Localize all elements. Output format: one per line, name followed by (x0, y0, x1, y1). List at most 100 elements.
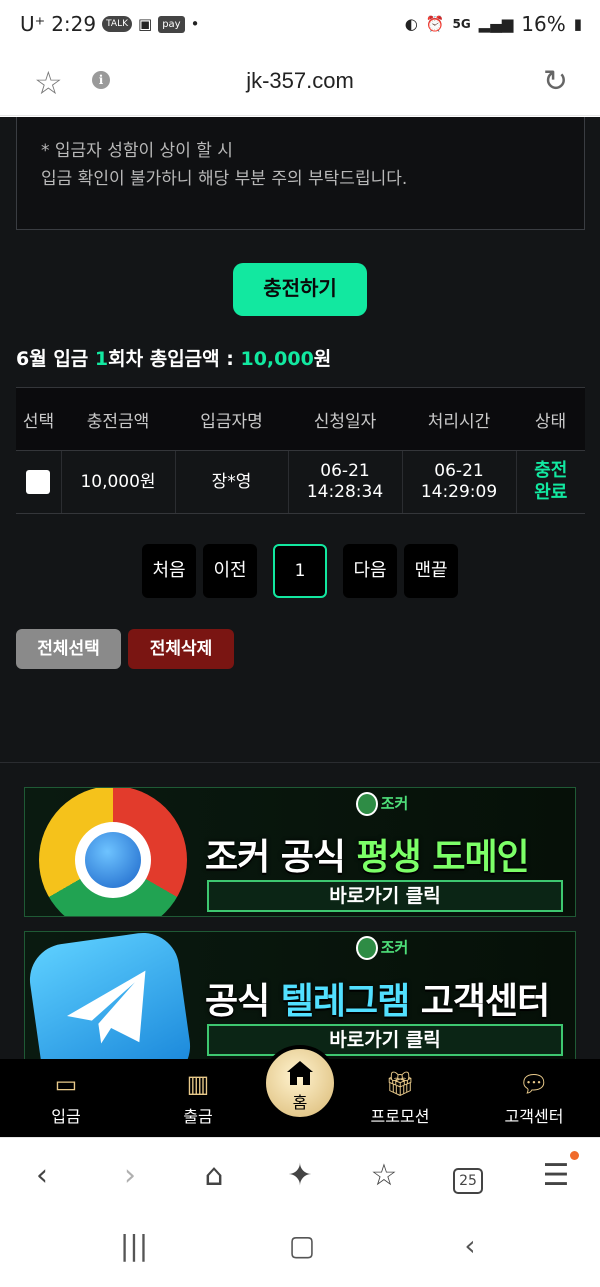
talk-chip: TALK (102, 16, 132, 32)
summary-month: 6월 입금 (16, 348, 89, 370)
recent-apps-icon[interactable]: ||| (114, 1229, 154, 1262)
system-back-icon[interactable]: ‹ (450, 1229, 490, 1262)
nav-promotion[interactable]: 🎁︎ 프로모션 (340, 1069, 460, 1127)
page-content: * 입금자 성함이 상이 할 시 입금 확인이 불가하니 해당 부분 주의 부탁… (0, 117, 600, 1059)
nav-withdraw-label: 출금 (183, 1107, 213, 1126)
cash-icon: ▥ (186, 1070, 210, 1098)
select-all-button[interactable]: 전체선택 (16, 629, 121, 669)
row-request-time: 14:28:34 (306, 482, 384, 502)
reload-icon[interactable]: ↻ (543, 64, 568, 99)
battery-icon: ▮ (573, 15, 582, 33)
gallery-icon: ▣ (138, 15, 153, 33)
page-first-button[interactable]: 처음 (142, 544, 196, 598)
deposit-history-table: 선택 충전금액 입금자명 신청일자 처리시간 상태 10,000원 장*영 06… (16, 387, 585, 514)
domain-banner-subtitle: 바로가기 클릭 (207, 880, 563, 912)
browser-toolbar: ‹ › ⌂ ✦ ☆ 25 ☰ (0, 1137, 600, 1211)
bookmarks-icon[interactable]: ☆ (364, 1156, 404, 1196)
sparkle-icon[interactable]: ✦ (280, 1156, 320, 1196)
nav-support[interactable]: 💬︎ 고객센터 (474, 1069, 594, 1127)
row-amount: 10,000원 (61, 450, 176, 514)
joker-face-icon (355, 936, 378, 960)
domain-banner-title: 조커 공식 평생 도메인 (205, 828, 530, 880)
home-icon (266, 1059, 334, 1089)
col-request-date: 신청일자 (288, 387, 402, 451)
telegram-banner[interactable]: 조커 공식 텔레그램 고객센터 바로가기 클릭 (24, 931, 576, 1059)
page-current-button[interactable]: 1 (273, 544, 327, 598)
telegram-banner-title-white: 공식 (205, 981, 281, 1022)
notice-line-2: 입금 확인이 불가하니 해당 부분 주의 부탁드립니다. (41, 169, 408, 189)
battery-level: 16% (521, 12, 566, 36)
url-field[interactable]: jk-357.com (0, 68, 600, 94)
battery-saver-icon: ◐ (404, 15, 418, 33)
page-last-button[interactable]: 맨끝 (404, 544, 458, 598)
notification-dot (570, 1151, 579, 1160)
row-status-line2: 완료 (534, 482, 568, 503)
gift-icon: 🎁︎ (384, 1070, 416, 1098)
deposit-notice: * 입금자 성함이 상이 할 시 입금 확인이 불가하니 해당 부분 주의 부탁… (16, 117, 585, 230)
row-process-time: 14:29:09 (420, 482, 498, 502)
col-depositor: 입금자명 (175, 387, 288, 451)
joker-face-icon (355, 792, 378, 816)
table-row: 10,000원 장*영 06-21 14:28:34 06-21 14:29:0… (16, 450, 585, 514)
row-status: 충전 완료 (516, 450, 585, 514)
col-status: 상태 (516, 387, 585, 451)
page-prev-button[interactable]: 이전 (203, 544, 257, 598)
deposit-summary: 6월 입금 1회차 총입금액 : 10,000원 (16, 344, 331, 371)
pay-chip: pay (158, 15, 185, 33)
carrier-label: U⁺ (20, 12, 46, 36)
joker-logo: 조커 (347, 936, 417, 960)
android-nav-bar: ||| ▢ ‹ (0, 1211, 600, 1287)
joker-brand-text: 조커 (380, 794, 409, 813)
nav-promotion-label: 프로모션 (370, 1107, 430, 1126)
row-process-date: 06-21 (434, 461, 484, 481)
row-process: 06-21 14:29:09 (402, 450, 517, 514)
row-request: 06-21 14:28:34 (288, 450, 403, 514)
section-divider (0, 762, 600, 763)
network-label: 5G (452, 17, 471, 31)
joker-logo: 조커 (347, 792, 417, 816)
summary-unit: 원 (313, 348, 332, 370)
nav-support-label: 고객센터 (504, 1107, 564, 1126)
nav-deposit[interactable]: ▭ 입금 (6, 1069, 126, 1127)
telegram-banner-title-highlight: 텔레그램 (280, 981, 410, 1022)
domain-banner-title-white: 조커 공식 (205, 837, 357, 878)
browser-home-icon[interactable]: ⌂ (194, 1156, 234, 1196)
telegram-banner-title-white2: 고객센터 (409, 981, 550, 1022)
home-circle-icon[interactable]: ▢ (282, 1229, 322, 1262)
back-icon[interactable]: ‹ (22, 1156, 62, 1196)
tabs-icon[interactable]: 25 (448, 1156, 488, 1196)
tab-count: 25 (453, 1168, 483, 1194)
charge-button[interactable]: 충전하기 (233, 263, 367, 316)
nav-deposit-label: 입금 (51, 1107, 81, 1126)
menu-icon[interactable]: ☰ (536, 1156, 576, 1196)
pagination: 처음 이전 1 다음 맨끝 (0, 544, 600, 598)
chat-icon: 💬︎ (518, 1070, 550, 1098)
nav-home[interactable]: 홈 (262, 1045, 338, 1121)
nav-withdraw[interactable]: ▥ 출금 (138, 1069, 258, 1127)
site-bottom-nav: ▭ 입금 ▥ 출금 홈 🎁︎ 프로모션 💬︎ 고객센터 (0, 1045, 600, 1137)
address-bar: ☆ i jk-357.com ↻ (0, 52, 600, 116)
row-depositor: 장*영 (175, 450, 289, 514)
forward-icon[interactable]: › (110, 1156, 150, 1196)
col-select: 선택 (16, 387, 61, 451)
summary-total: 10,000 (240, 348, 314, 370)
delete-all-button[interactable]: 전체삭제 (128, 629, 234, 669)
row-checkbox[interactable] (26, 470, 51, 494)
chrome-logo-icon (39, 788, 187, 916)
col-amount: 충전금액 (61, 387, 175, 451)
notice-line-1: * 입금자 성함이 상이 할 시 (41, 141, 233, 161)
row-request-date: 06-21 (320, 461, 370, 481)
page-next-button[interactable]: 다음 (343, 544, 397, 598)
domain-banner-title-highlight: 평생 도메인 (356, 837, 530, 878)
telegram-banner-subtitle: 바로가기 클릭 (207, 1024, 563, 1056)
row-select-cell (16, 450, 62, 514)
alarm-icon: ⏰ (425, 15, 445, 33)
signal-icon: ▂▄▆ (478, 15, 514, 33)
row-status-line1: 충전 (534, 460, 568, 481)
telegram-banner-title: 공식 텔레그램 고객센터 (205, 972, 550, 1024)
joker-brand-text: 조커 (380, 938, 409, 957)
domain-banner[interactable]: 조커 조커 공식 평생 도메인 바로가기 클릭 (24, 787, 576, 917)
summary-count-suffix: 회차 총입금액 : (108, 348, 241, 370)
dot-icon: • (190, 15, 200, 33)
summary-count: 1 (94, 348, 109, 370)
